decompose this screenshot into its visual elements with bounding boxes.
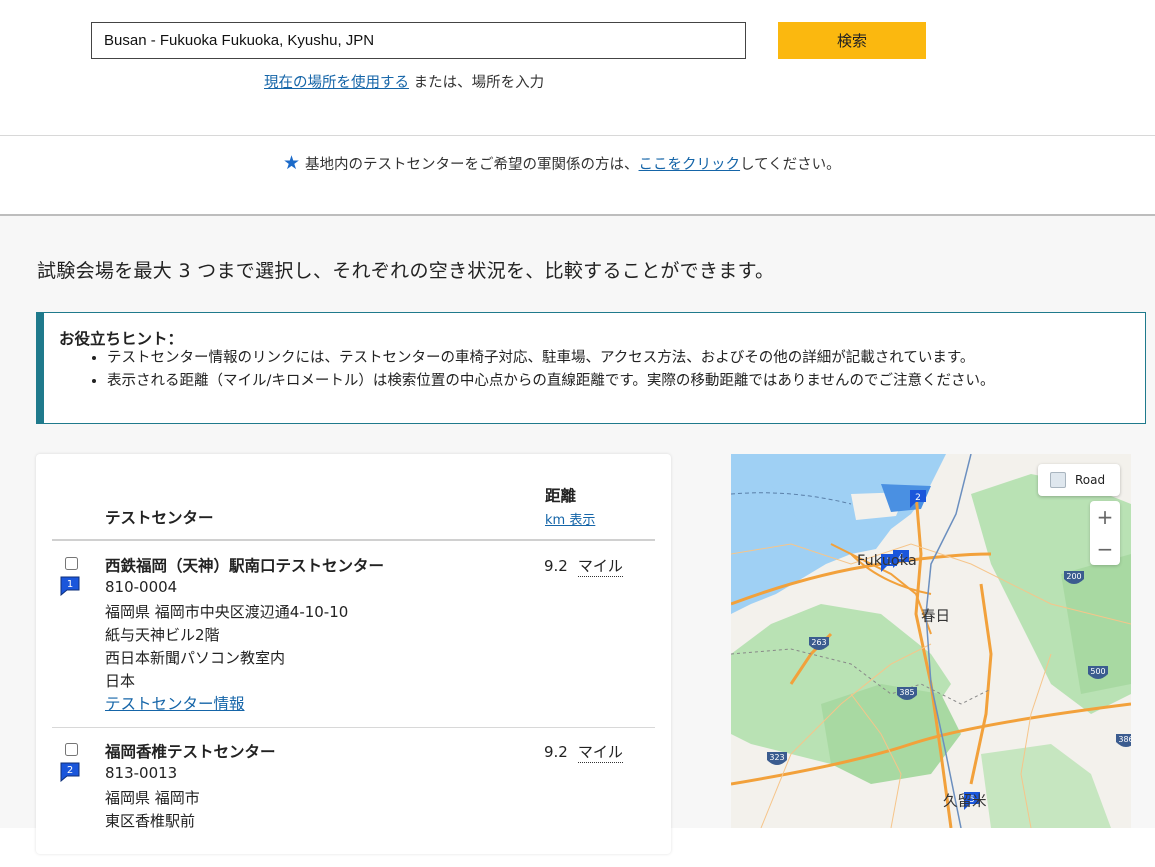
intro-text: 試験会場を最大 3 つまで選択し、それぞれの空き状況を、比較することができます。 [37,260,775,282]
distance-unit: マイル [577,557,623,577]
svg-text:385: 385 [899,688,914,697]
map-label-kurume: 久留米 [943,794,987,810]
svg-text:500: 500 [1090,667,1105,676]
test-center-info-link[interactable]: テストセンター情報 [105,692,245,714]
center-postal: 813-0013 [105,764,178,782]
helpful-tips-box: お役立ちヒント： テストセンター情報のリンクには、テストセンターの車椅子対応、駐… [36,312,1146,424]
map-layer-icon [1050,472,1066,488]
center-country: 日本 [105,672,136,690]
svg-text:2: 2 [915,493,921,503]
center-name: 福岡香椎テストセンター [105,743,276,761]
center-address: 福岡県 福岡市中央区渡辺通4-10-10 [105,603,349,621]
select-center-checkbox[interactable] [65,557,78,570]
row-divider [52,727,655,728]
svg-text:2: 2 [67,765,73,776]
military-suffix: してください。 [740,157,841,173]
map-pin-icon: 1 [60,576,80,596]
use-current-location-link[interactable]: 現在の場所を使用する [264,75,409,91]
test-center-list: テストセンター 距離 km 表示 1 西鉄福岡（天神）駅南口テストセンター 81… [36,454,671,854]
map-label-fukuoka: Fukuoka [857,553,917,569]
military-prefix: 基地内のテストセンターをご希望の軍関係の方は、 [305,157,639,173]
tip-item: 表示される距離（マイル/キロメートル）は検索位置の中心点からの直線距離です。実際… [107,370,995,393]
column-header-test-center: テストセンター [105,509,214,527]
distance-value: 9.2 [544,557,568,575]
search-input[interactable] [91,22,746,59]
center-postal: 810-0004 [105,578,178,596]
zoom-controls: + − [1090,501,1120,565]
tip-item: テストセンター情報のリンクには、テストセンターの車椅子対応、駐車場、アクセス方法… [107,347,995,370]
svg-text:263: 263 [811,638,826,647]
center-address: 西日本新聞パソコン教室内 [105,649,286,667]
tips-list: テストセンター情報のリンクには、テストセンターの車椅子対応、駐車場、アクセス方法… [59,347,995,393]
tips-title: お役立ちヒント： [59,330,184,348]
map-pin-icon: 2 [60,762,80,782]
star-icon: ★ [283,152,301,174]
select-center-checkbox[interactable] [65,743,78,756]
center-address: 福岡県 福岡市 [105,789,200,807]
search-button[interactable]: 検索 [778,22,926,59]
map-view[interactable]: 263 385 323 200 500 386 2 1 4 5 Fukuoka … [731,454,1131,828]
km-toggle-link[interactable]: km 表示 [545,509,595,528]
distance-value: 9.2 [544,743,568,761]
svg-text:323: 323 [769,753,784,762]
search-section: 検索 現在の場所を使用する または、場所を入力 [0,0,1155,135]
table-row: 1 西鉄福岡（天神）駅南口テストセンター 810-0004 福岡県 福岡市中央区… [52,541,655,727]
svg-text:1: 1 [67,579,73,590]
center-distance: 9.2 マイル [544,741,623,763]
column-header-distance: 距離 [545,487,577,505]
military-click-here-link[interactable]: ここをクリック [639,153,741,174]
map-style-road-button[interactable]: Road [1038,464,1120,496]
map-label-kasuga: 春日 [921,609,950,625]
zoom-out-button[interactable]: − [1090,533,1120,565]
table-row: 2 福岡香椎テストセンター 813-0013 福岡県 福岡市 東区香椎駅前 9.… [52,727,655,867]
center-distance: 9.2 マイル [544,555,623,577]
or-enter-location-text: または、場所を入力 [413,75,545,91]
center-name: 西鉄福岡（天神）駅南口テストセンター [105,557,385,575]
map-canvas[interactable]: 263 385 323 200 500 386 2 1 4 5 [731,454,1131,828]
distance-unit: マイル [577,743,623,763]
results-section: 試験会場を最大 3 つまで選択し、それぞれの空き状況を、比較することができます。… [0,216,1155,854]
zoom-in-button[interactable]: + [1090,501,1120,533]
svg-text:386: 386 [1118,735,1131,744]
road-label: Road [1075,473,1106,487]
center-address: 紙与天神ビル2階 [105,626,220,644]
military-notice: ★ 基地内のテストセンターをご希望の軍関係の方は、 ここをクリック してください… [0,136,1155,214]
svg-text:200: 200 [1066,572,1081,581]
location-row: 現在の場所を使用する または、場所を入力 [264,71,544,92]
